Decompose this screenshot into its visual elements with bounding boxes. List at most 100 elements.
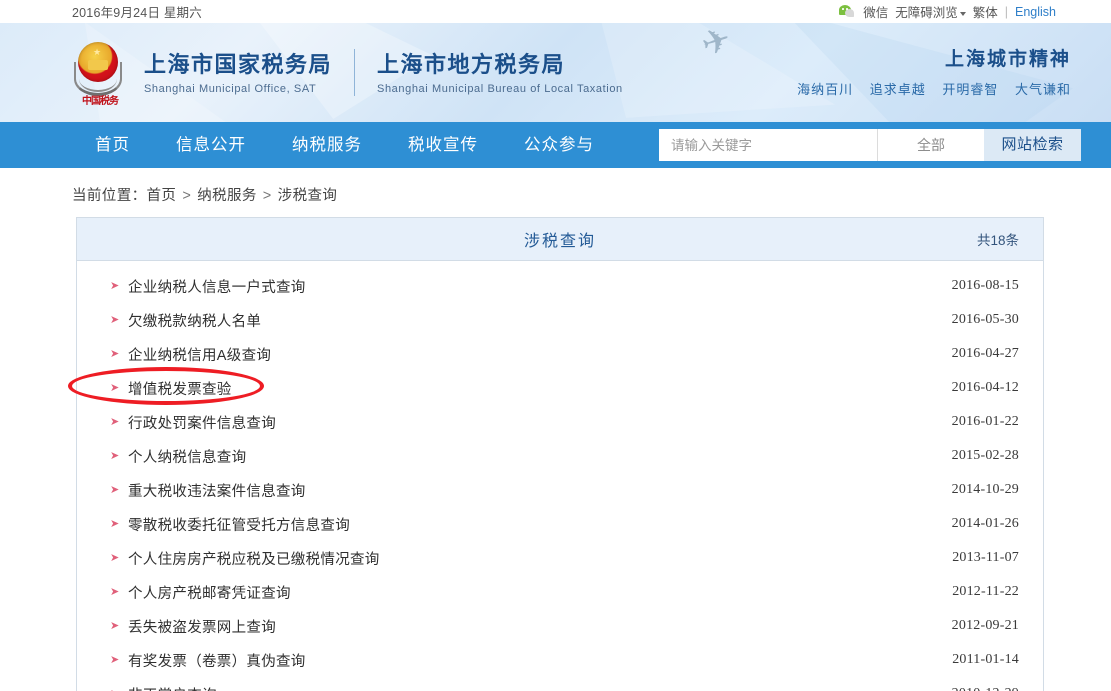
motto-3: 开明睿智 [942,82,999,97]
inquiry-link[interactable]: 零散税收委托征管受托方信息查询 [128,514,350,535]
airplane-icon: ✈ [696,23,736,65]
inquiry-date: 2012-11-22 [952,584,1019,599]
arrow-bullet-icon: ➤ [110,449,120,462]
main-navigation-bar: 首页 信息公开 纳税服务 税收宣传 公众参与 全部 网站检索 [0,122,1111,168]
current-date: 2016年9月24日 星期六 [72,6,202,20]
inquiry-link[interactable]: 重大税收违法案件信息查询 [128,480,306,501]
inquiry-link[interactable]: 增值税发票查验 [128,378,232,399]
top-utility-bar: 2016年9月24日 星期六 微信 无障碍浏览 繁体 | English [0,0,1111,23]
city-spirit-mottos: 海纳百川 追求卓越 开明睿智 大气谦和 [797,79,1071,98]
site-header-banner: ★ 中国税务 上海市国家税务局 Shanghai Municipal Offic… [0,23,1111,122]
chevron-down-icon [959,11,966,16]
list-item[interactable]: ➤ 增值税发票查验 2016-04-12 [77,371,1043,405]
inquiry-date: 2012-09-21 [951,618,1019,633]
top-utility-links: 微信 无障碍浏览 繁体 | English [839,2,1056,21]
inquiry-date: 2014-01-26 [951,516,1019,531]
list-item[interactable]: ➤ 个人房产税邮寄凭证查询 2012-11-22 [77,575,1043,609]
list-item[interactable]: ➤ 个人纳税信息查询 2015-02-28 [77,439,1043,473]
header-divider [354,49,356,96]
list-item[interactable]: ➤ 行政处罚案件信息查询 2016-01-22 [77,405,1043,439]
arrow-bullet-icon: ➤ [110,483,120,496]
tax-inquiry-panel: 涉税查询 共18条 ➤ 企业纳税人信息一户式查询 2016-08-15 ➤ 欠缴税款纳税… [76,217,1044,691]
nav-item-public-participation[interactable]: 公众参与 [501,122,617,168]
arrow-bullet-icon: ➤ [110,517,120,530]
org-sat-name-cn: 上海市国家税务局 [144,52,333,77]
inquiry-list: ➤ 企业纳税人信息一户式查询 2016-08-15 ➤ 欠缴税款纳税人名单 2016-05… [77,261,1043,691]
arrow-bullet-icon: ➤ [110,551,120,564]
wechat-link[interactable]: 微信 [863,2,888,21]
breadcrumb-item-tax-inquiry[interactable]: 涉税查询 [278,188,338,204]
inquiry-date: 2015-02-28 [951,448,1019,463]
org-local-name-en: Shanghai Municipal Bureau of Local Taxat… [377,83,623,95]
inquiry-link[interactable]: 个人房产税邮寄凭证查询 [128,582,291,603]
arrow-bullet-icon: ➤ [110,381,120,394]
breadcrumb-item-home[interactable]: 首页 [147,188,177,204]
list-item[interactable]: ➤ 欠缴税款纳税人名单 2016-05-30 [77,303,1043,337]
arrow-bullet-icon: ➤ [110,313,120,326]
english-link[interactable]: English [1015,5,1056,19]
arrow-bullet-icon: ➤ [110,653,120,666]
breadcrumb-item-tax-service[interactable]: 纳税服务 [197,188,257,204]
inquiry-date: 2010-12-29 [952,686,1019,691]
breadcrumb: 当前位置：首页 > 纳税服务 > 涉税查询 [0,168,1111,217]
arrow-bullet-icon: ➤ [110,279,120,292]
search-scope-select[interactable]: 全部 [877,129,984,161]
site-search: 全部 网站检索 [659,129,1081,161]
motto-1: 海纳百川 [797,82,854,97]
arrow-bullet-icon: ➤ [110,619,120,632]
arrow-bullet-icon: ➤ [110,347,120,360]
traditional-chinese-link[interactable]: 繁体 [973,2,998,21]
nav-item-tax-publicity[interactable]: 税收宣传 [385,122,501,168]
inquiry-date: 2016-04-27 [951,346,1019,361]
inquiry-date: 2014-10-29 [951,482,1019,497]
list-item[interactable]: ➤非正常户查询2010-12-29 [77,677,1043,691]
inquiry-date: 2013-11-07 [952,550,1019,565]
inquiry-link[interactable]: 企业纳税人信息一户式查询 [128,276,306,297]
inquiry-link[interactable]: 企业纳税信用A级查询 [128,344,271,365]
panel-header: 涉税查询 共18条 [77,218,1043,261]
inquiry-link[interactable]: 有奖发票（卷票）真伪查询 [128,650,306,671]
inquiry-link[interactable]: 非正常户查询 [128,684,217,691]
accessibility-dropdown[interactable]: 无障碍浏览 [895,2,966,21]
page-title: 涉税查询 [523,233,596,250]
org-sat: 上海市国家税务局 Shanghai Municipal Office, SAT [144,50,354,95]
list-item[interactable]: ➤ 零散税收委托征管受托方信息查询 2014-01-26 [77,507,1043,541]
inquiry-date: 2016-01-22 [951,414,1019,429]
list-item[interactable]: ➤ 企业纳税信用A级查询 2016-04-27 [77,337,1043,371]
search-submit-button[interactable]: 网站检索 [984,129,1081,161]
emblem-text: 中国税务 [82,95,119,107]
arrow-bullet-icon: ➤ [110,585,120,598]
tax-bureau-emblem-icon: ★ 中国税务 [72,40,128,107]
motto-4: 大气谦和 [1014,82,1071,97]
list-item[interactable]: ➤ 个人住房房产税应税及已缴税情况查询 2013-11-07 [77,541,1043,575]
inquiry-date: 2016-08-15 [951,278,1019,293]
arrow-bullet-icon: ➤ [110,415,120,428]
city-spirit-title: 上海城市精神 [944,49,1071,70]
inquiry-link[interactable]: 欠缴税款纳税人名单 [128,310,261,331]
org-local: 上海市地方税务局 Shanghai Municipal Bureau of Lo… [377,50,645,95]
nav-items: 首页 信息公开 纳税服务 税收宣传 公众参与 [72,122,617,168]
nav-item-home[interactable]: 首页 [72,122,153,168]
search-input[interactable] [659,129,877,161]
inquiry-date: 2016-05-30 [951,312,1019,327]
breadcrumb-separator: > [182,188,192,204]
motto-2: 追求卓越 [869,82,926,97]
nav-item-info-disclosure[interactable]: 信息公开 [153,122,269,168]
list-item[interactable]: ➤ 企业纳税人信息一户式查询 2016-08-15 [77,269,1043,303]
inquiry-link[interactable]: 行政处罚案件信息查询 [128,412,276,433]
nav-item-tax-service[interactable]: 纳税服务 [269,122,385,168]
org-sat-name-en: Shanghai Municipal Office, SAT [144,83,317,95]
org-local-name-cn: 上海市地方税务局 [377,52,566,77]
wechat-icon[interactable] [839,4,856,19]
inquiry-date: 2011-01-14 [952,652,1019,667]
inquiry-date: 2016-04-12 [951,380,1019,395]
breadcrumb-separator: > [262,188,272,204]
list-item[interactable]: ➤ 有奖发票（卷票）真伪查询 2011-01-14 [77,643,1043,677]
inquiry-link[interactable]: 丢失被盗发票网上查询 [128,616,276,637]
list-item[interactable]: ➤ 丢失被盗发票网上查询 2012-09-21 [77,609,1043,643]
inquiry-link[interactable]: 个人纳税信息查询 [128,446,246,467]
list-item[interactable]: ➤ 重大税收违法案件信息查询 2014-10-29 [77,473,1043,507]
divider: | [1004,4,1008,19]
inquiry-link[interactable]: 个人住房房产税应税及已缴税情况查询 [128,548,380,569]
breadcrumb-prefix: 当前位置： [72,188,147,204]
